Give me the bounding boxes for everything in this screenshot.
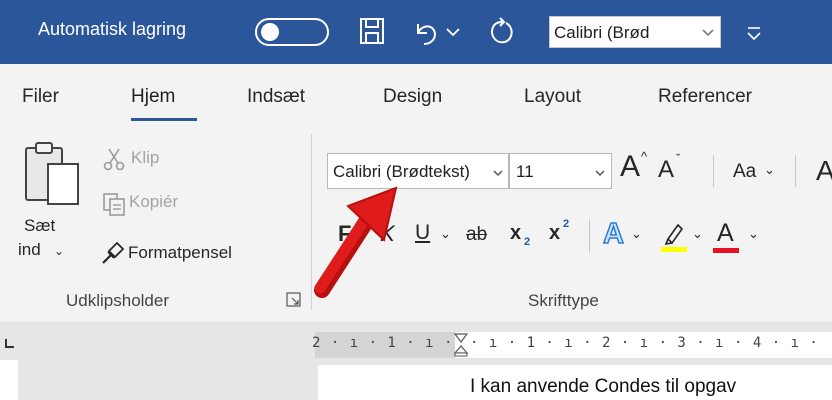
vertical-ruler[interactable] [0,360,18,400]
subscript-marker: 2 [524,236,531,248]
ruler-right-scale: · ı · 1 · ı · 2 · ı · 3 · ı · 4 · ı · [470,335,819,351]
indent-marker-icon[interactable] [453,333,469,357]
redo-icon[interactable] [486,14,516,48]
separator [589,219,590,253]
cut-button[interactable]: Klip [131,148,159,168]
shrink-caret-icon: ˇ [676,151,681,166]
chevron-down-icon[interactable]: ⌄ [764,162,775,178]
save-icon[interactable] [357,14,387,48]
separator [795,155,796,187]
change-case-button[interactable]: Aa [733,161,756,183]
grow-caret-icon: ^ [641,149,648,164]
autosave-label: Automatisk lagring [38,19,187,39]
separator [713,155,714,187]
strikethrough-button[interactable]: ab [466,224,487,246]
quick-access-font-value: Calibri (Brød [554,23,650,42]
tab-hjem[interactable]: Hjem [131,86,175,108]
superscript-button[interactable]: x [549,222,560,245]
chevron-down-icon[interactable]: ⌄ [440,226,451,242]
scissors-icon [101,146,127,172]
autosave-toggle[interactable] [255,18,329,46]
font-name-value: Calibri (Brødtekst) [333,162,470,181]
superscript-marker: 2 [563,218,570,230]
tab-design[interactable]: Design [383,86,442,108]
chevron-down-icon[interactable]: ⌄ [692,226,703,242]
shrink-font-button[interactable]: A [658,156,674,184]
group-divider [311,134,312,310]
text-effects-button[interactable]: A [602,217,624,251]
quick-access-font-selector[interactable]: Calibri (Brød [549,16,721,48]
font-size-value: 11 [516,162,534,181]
undo-icon[interactable] [410,14,440,48]
italic-button[interactable]: K [380,221,395,247]
copy-button[interactable]: Kopiér [129,192,178,212]
format-painter-icon [99,241,125,267]
dialog-launcher-icon[interactable] [286,292,302,308]
chevron-down-icon[interactable] [594,166,606,178]
title-bar: Automatisk lagring Calibri (Brød [0,0,832,64]
chevron-down-icon[interactable]: ⌄ [748,226,759,242]
paste-chevron-icon[interactable]: ⌄ [54,244,64,258]
paste-label-line2[interactable]: ind [18,240,41,260]
chevron-down-icon[interactable]: ⌄ [631,226,642,242]
customize-quick-access-icon[interactable] [741,16,767,48]
undo-dropdown-icon[interactable] [444,14,462,48]
document-text[interactable]: I kan anvende Condes til opgav [470,376,736,398]
clear-formatting-button[interactable]: A [816,155,832,187]
format-painter-button[interactable]: Formatpensel [128,243,232,263]
active-tab-indicator [131,118,197,121]
underline-button[interactable]: U [415,221,430,245]
subscript-button[interactable]: x [510,222,521,245]
tab-referencer[interactable]: Referencer [658,86,752,108]
ribbon-tabs: Filer Hjem Indsæt Design Layout Referenc… [0,64,832,126]
chevron-down-icon[interactable] [698,21,718,43]
font-color-swatch [713,248,739,253]
paste-icon[interactable] [22,140,82,208]
font-name-combobox[interactable]: Calibri (Brødtekst) [327,153,509,189]
highlight-marker-icon[interactable] [660,221,688,253]
toggle-knob [261,23,279,41]
tab-filer[interactable]: Filer [22,86,59,108]
ruler-left-scale: 2 · ı · 1 · ı · [312,335,454,351]
grow-font-button[interactable]: A [620,150,640,184]
clipboard-group-label: Udklipsholder [66,291,169,310]
tab-layout[interactable]: Layout [524,86,581,108]
paste-label-line1[interactable]: Sæt [24,216,55,236]
bold-button[interactable]: F [338,221,351,247]
font-size-combobox[interactable]: 11 [509,153,612,189]
tab-indsaet[interactable]: Indsæt [247,86,305,108]
tab-stop-selector-icon[interactable] [4,336,16,348]
font-color-button[interactable]: A [717,219,734,248]
copy-icon [101,191,127,217]
chevron-down-icon[interactable] [492,166,504,178]
font-group-label: Skrifttype [528,291,599,310]
